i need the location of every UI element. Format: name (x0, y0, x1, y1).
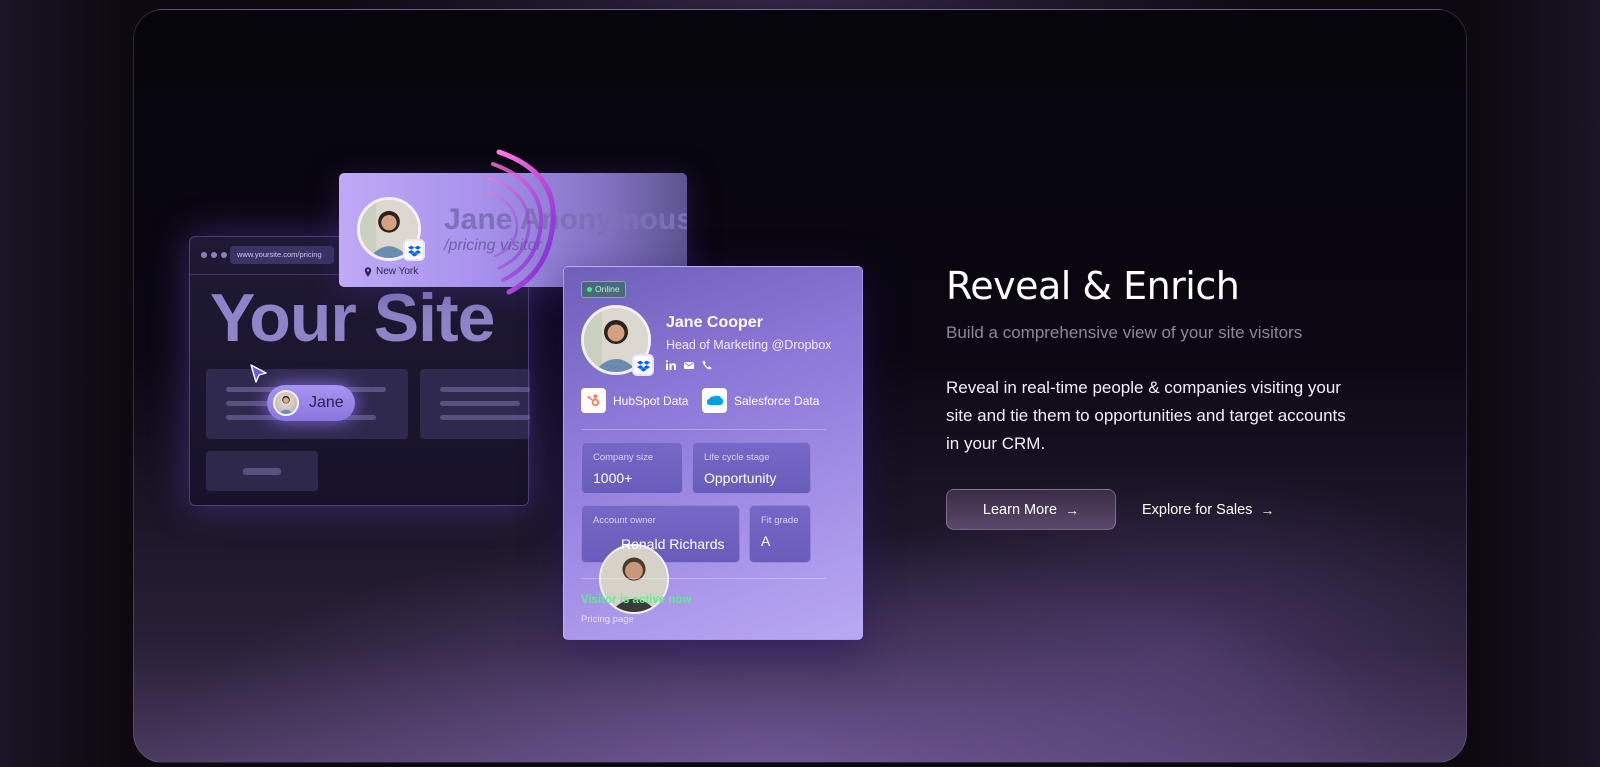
linkedin-icon[interactable] (665, 357, 676, 370)
learn-more-button[interactable]: Learn More → (946, 489, 1116, 530)
contact-role: Head of Marketing @Dropbox (666, 338, 832, 352)
section-body: Reveal in real-time people & companies v… (946, 378, 1346, 453)
salesforce-integration[interactable]: Salesforce Data (702, 388, 819, 413)
lifecycle-stage-field: Life cycle stage Opportunity (692, 442, 811, 494)
salesforce-icon (702, 388, 727, 413)
visitor-profile-card: Online Jane Cooper Head of Marketing @Dr… (563, 266, 863, 640)
phone-icon[interactable] (702, 357, 712, 370)
divider (581, 429, 826, 430)
window-dots-icon (201, 252, 227, 258)
current-page: Pricing page (581, 614, 634, 625)
visitor-chip[interactable]: Jane (267, 385, 355, 421)
reveal-swirl-icon (485, 149, 556, 295)
dropbox-icon (632, 354, 654, 376)
site-title: Your Site (210, 280, 495, 356)
content-block (206, 451, 318, 491)
fit-grade-value: A (761, 533, 771, 549)
location-text: New York (376, 266, 419, 277)
company-size-value: 1000+ (593, 470, 633, 486)
feature-section: www.yoursite.com/pricing Your Site Jane (133, 9, 1467, 763)
email-icon[interactable] (684, 357, 694, 369)
avatar (273, 390, 299, 416)
hubspot-label: HubSpot Data (613, 393, 689, 408)
section-headline: Reveal & Enrich (946, 264, 1240, 308)
hubspot-integration[interactable]: HubSpot Data (581, 388, 688, 413)
fit-grade-field: Fit grade A (749, 505, 811, 563)
dropbox-icon (403, 239, 425, 261)
content-block (420, 369, 530, 439)
section-subhead: Build a comprehensive view of your site … (946, 323, 1303, 342)
location: New York (364, 266, 418, 277)
account-owner-field: Account owner Ronald Richards (581, 505, 740, 614)
status-badge: Online (581, 281, 626, 298)
company-size-field: Company size 1000+ (581, 442, 683, 494)
cursor-icon (250, 364, 267, 383)
activity-status: Visitor is active now (581, 594, 692, 606)
account-owner-value: Ronald Richards (621, 536, 725, 552)
visitor-chip-name: Jane (309, 394, 344, 411)
address-bar: www.yoursite.com/pricing (230, 246, 334, 264)
arrow-right-icon: → (1065, 501, 1080, 518)
divider (581, 578, 826, 579)
contact-name: Jane Cooper (666, 314, 763, 331)
location-pin-icon (364, 266, 372, 277)
lifecycle-stage-value: Opportunity (704, 470, 777, 486)
arrow-right-icon: → (1260, 501, 1275, 518)
hubspot-icon (581, 388, 606, 413)
explore-for-sales-link[interactable]: Explore for Sales → (1142, 489, 1274, 530)
online-dot-icon (587, 287, 592, 292)
salesforce-label: Salesforce Data (734, 393, 820, 408)
social-links (665, 357, 712, 370)
